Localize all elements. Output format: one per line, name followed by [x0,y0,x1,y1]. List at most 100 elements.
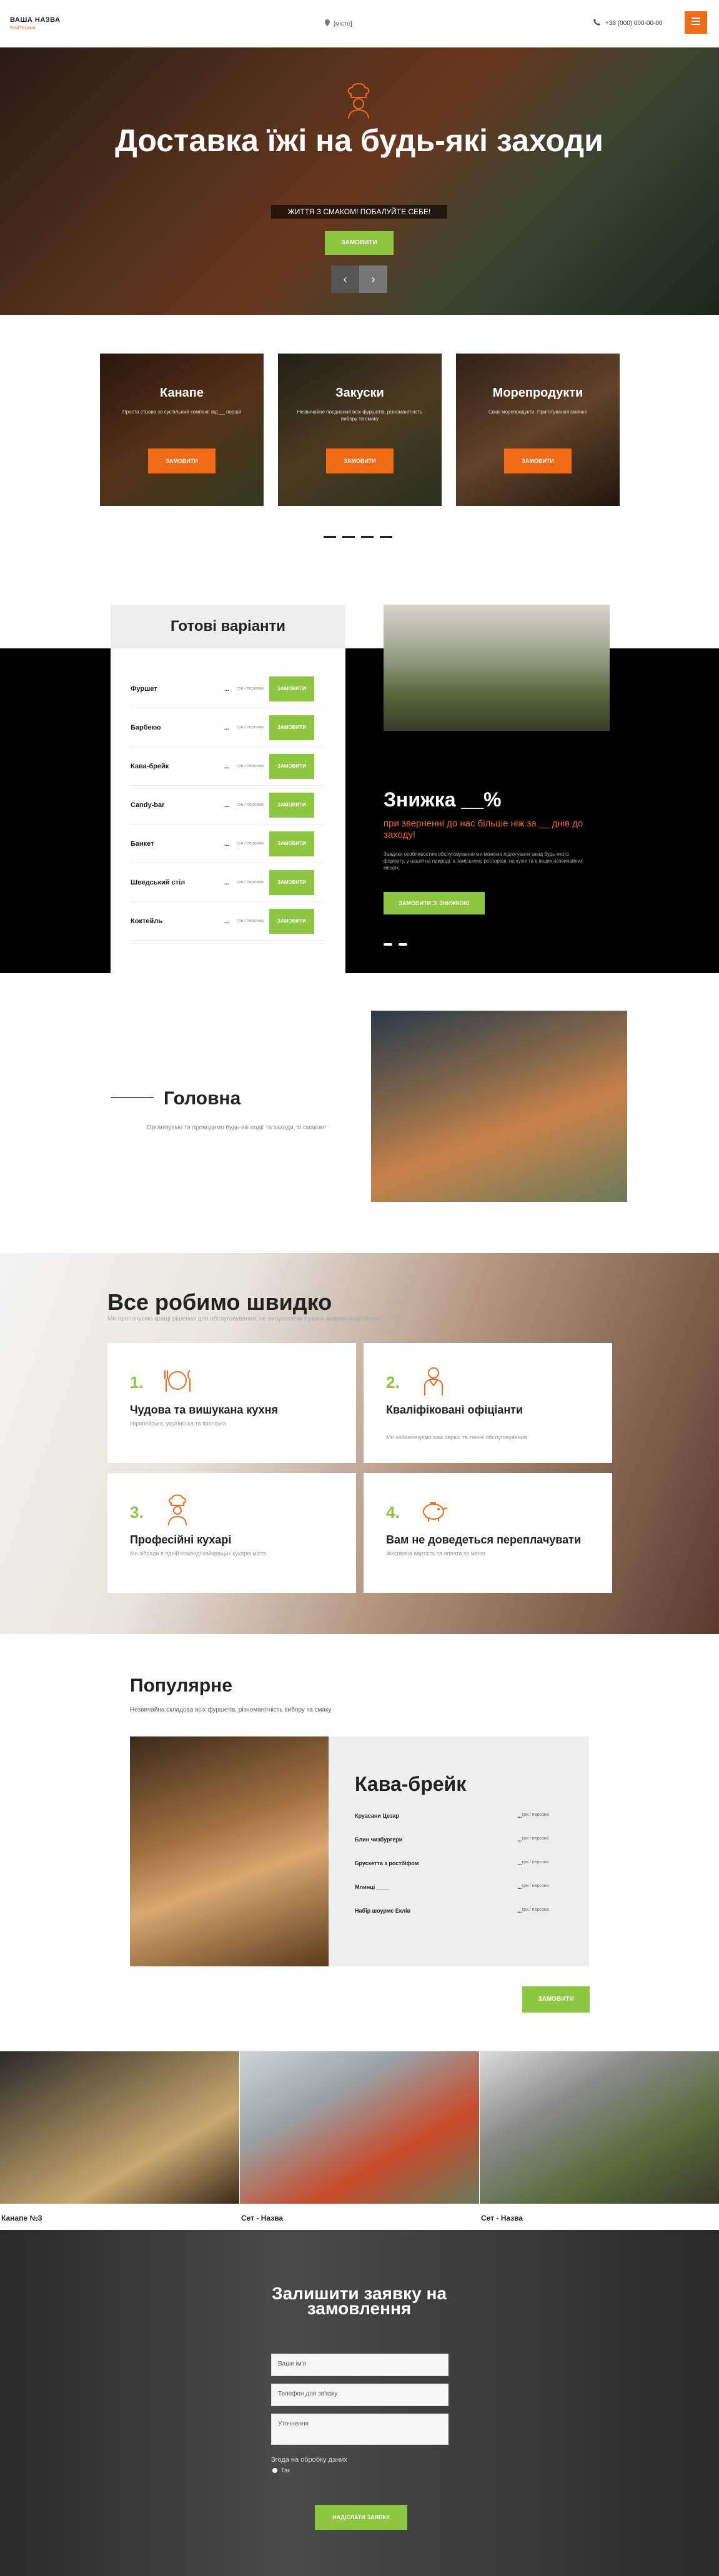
variant-name: Фуршет [131,685,157,693]
discount-photo [384,605,610,731]
variant-order-button[interactable]: ЗАМОВИТИ [269,908,314,934]
menu-item-name: Круасани Цезар [355,1813,399,1819]
variant-name: Шведський стіл [131,878,186,886]
menu-item-unit: грн / персона [522,1813,549,1817]
category-text: Проста страва за суспільний компанії від… [122,409,242,415]
variant-price: ... [224,724,229,731]
name-input[interactable]: Ваше ім'я [271,2354,449,2376]
variant-price-unit: грн / персона [237,841,264,846]
set-photo-2[interactable] [240,2051,479,2204]
menu-item-unit: грн / персона [522,1908,549,1912]
category-card-seafood: Морепродукти Свіжі морепродукти. Приготу… [456,354,620,506]
category-slider-dots[interactable] [324,536,392,538]
title-divider [111,1097,154,1098]
variant-price: ... [224,918,229,924]
discount-order-button[interactable]: ЗАМОВИТИ ЗІ ЗНИЖКОЮ [384,892,485,914]
menu-item-name: Набір шоурмс Еклів [355,1908,411,1914]
feature-text: європейська, українська та японська [130,1420,226,1427]
variant-row: Фуршет ... грн / персона ЗАМОВИТИ [131,670,325,708]
brand-logo[interactable]: ВАША НАЗВА Кейтеринг [10,16,61,31]
category-card-canape: Канапе Проста страва за суспільний компа… [100,354,264,506]
phone-icon [593,19,600,27]
variant-price: ... [224,801,229,808]
variant-order-button[interactable]: ЗАМОВИТИ [269,869,314,895]
notes-input[interactable]: Уточнення [271,2414,449,2445]
variant-name: Коктейль [131,917,162,925]
variant-price-unit: грн / персона [237,919,264,923]
set-photo-1[interactable] [0,2051,239,2204]
consent-radio[interactable]: Так [272,2467,290,2474]
variant-price: ... [224,879,229,886]
menu-row: Круасани Цезар ... грн / персона [355,1813,567,1821]
menu-item-name: Брускетта з ростбіфом [355,1860,419,1866]
popular-photo [130,1736,329,1966]
variant-price: ... [224,685,229,692]
popular-order-button[interactable]: ЗАМОВИТИ [522,1986,590,2013]
submit-order-button[interactable]: НАДІСЛАТИ ЗАЯВКУ [315,2505,407,2530]
variant-order-button[interactable]: ЗАМОВИТИ [269,715,314,740]
variants-band [0,648,719,973]
variant-row: Коктейль ... грн / персона ЗАМОВИТИ [131,902,325,941]
fast-title: Все робимо швидко [107,1289,332,1315]
feature-card: 4. Вам не доведеться переплачувати Фіксо… [364,1473,612,1593]
arrow-right-icon[interactable]: › [359,265,387,293]
fast-subtitle: Ми пропонуємо кращі рішення для обслугов… [107,1315,380,1322]
set-photo-3[interactable] [480,2051,719,2204]
category-order-button[interactable]: ЗАМОВИТИ [148,448,216,473]
variant-price-unit: грн / персона [237,725,264,730]
hero-order-button[interactable]: ЗАМОВИТИ [325,231,394,255]
menu-row: Брускетта з ростбіфом ... грн / персона [355,1860,567,1869]
variant-price-unit: грн / персона [237,803,264,807]
menu-button[interactable] [685,11,707,34]
city-selector[interactable]: [місто] [325,19,352,28]
variant-price: ... [224,763,229,770]
discount-slider-dots[interactable] [384,943,407,946]
menu-row: Млинці ____ ... грн / персона [355,1884,567,1893]
category-card-snacks: Закуски Незвичайне поєднання всіх фуршет… [278,354,442,506]
location-pin-icon [325,19,330,28]
feature-number: 2. [386,1373,400,1392]
discount-subtitle: при зверненні до нас більше ніж за __ дн… [384,818,583,840]
category-title: Канапе [160,386,204,400]
feature-text: Ми зібрали в одній команді найкращих кух… [130,1550,267,1557]
category-text: Незвичайне поєднання всіх фуршетів, різн… [297,409,423,422]
consent-yes-label: Так [281,2467,290,2474]
menu-item-unit: грн / персона [522,1836,549,1841]
hamburger-icon [692,17,700,28]
menu-item-price: ... [517,1813,522,1819]
menu-item-unit: грн / персона [522,1884,549,1888]
feature-title: Кваліфіковані офіціанти [386,1404,523,1416]
arrow-left-icon[interactable]: ‹ [331,265,359,293]
popular-card-title: Кава-брейк [355,1773,467,1795]
variant-price: ... [224,840,229,847]
brand-name: ВАША НАЗВА [10,16,61,24]
popular-subtitle: Незвичайна складова всіх фуршетів, різно… [130,1707,332,1713]
piggy-bank-icon [417,1494,450,1527]
header-phone[interactable]: +38 (000) 000-00-00 [593,19,662,27]
variant-order-button[interactable]: ЗАМОВИТИ [269,676,314,701]
feature-title: Чудова та вишукана кухня [130,1404,278,1416]
menu-item-unit: грн / персона [522,1860,549,1865]
hero-tagline: ЖИТТЯ З СМАКОМ! ПОБАЛУЙТЕ СЕБЕ! [271,205,447,219]
plate-cutlery-icon [161,1364,194,1397]
variant-row: Банкет ... грн / персона ЗАМОВИТИ [131,825,325,863]
brand-subtitle: Кейтеринг [10,25,37,31]
variant-order-button[interactable]: ЗАМОВИТИ [269,792,314,818]
phone-number: +38 (000) 000-00-00 [605,19,663,27]
variant-name: Кава-брейк [131,762,169,770]
set-caption: Сет - Назва [481,2214,523,2222]
feature-title: Професійні кухарі [130,1533,232,1546]
variant-order-button[interactable]: ЗАМОВИТИ [269,753,314,779]
feature-text: Ми забезпечуємо вам сервіс та точне обсл… [386,1434,527,1440]
category-order-button[interactable]: ЗАМОВИТИ [504,448,572,473]
variant-name: Банкет [131,840,154,848]
feature-card: 2. Кваліфіковані офіціанти Ми забезпечує… [364,1343,612,1463]
feature-number: 4. [386,1503,400,1522]
category-order-button[interactable]: ЗАМОВИТИ [326,448,394,473]
variant-order-button[interactable]: ЗАМОВИТИ [269,831,314,856]
variant-price-unit: грн / персона [237,764,264,768]
variants-title: Готові варіанти [111,605,345,648]
feature-card: 3. Професійні кухарі Ми зібрали в одній … [107,1473,356,1593]
menu-item-name: Млинці ____ [355,1884,389,1890]
phone-input[interactable]: Телефон для зв'язку [271,2384,449,2406]
